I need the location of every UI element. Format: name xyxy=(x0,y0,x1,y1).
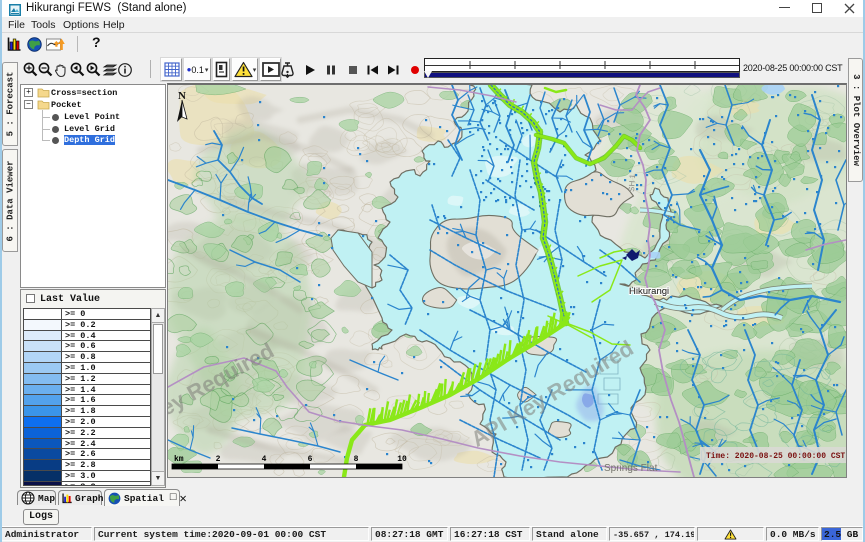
svg-text:10: 10 xyxy=(397,455,407,464)
svg-text:Hikurangi: Hikurangi xyxy=(629,286,669,297)
svg-text:6: 6 xyxy=(308,455,313,464)
svg-text:Time: 2020-08-25 00:00:00 CST: Time: 2020-08-25 00:00:00 CST xyxy=(706,452,845,461)
svg-text:8: 8 xyxy=(354,455,359,464)
svg-text:4: 4 xyxy=(262,455,267,464)
svg-text:SH 1: SH 1 xyxy=(627,173,637,192)
svg-text:Springs Flat: Springs Flat xyxy=(604,463,658,474)
svg-text:2: 2 xyxy=(216,455,221,464)
svg-text:km: km xyxy=(174,455,184,464)
